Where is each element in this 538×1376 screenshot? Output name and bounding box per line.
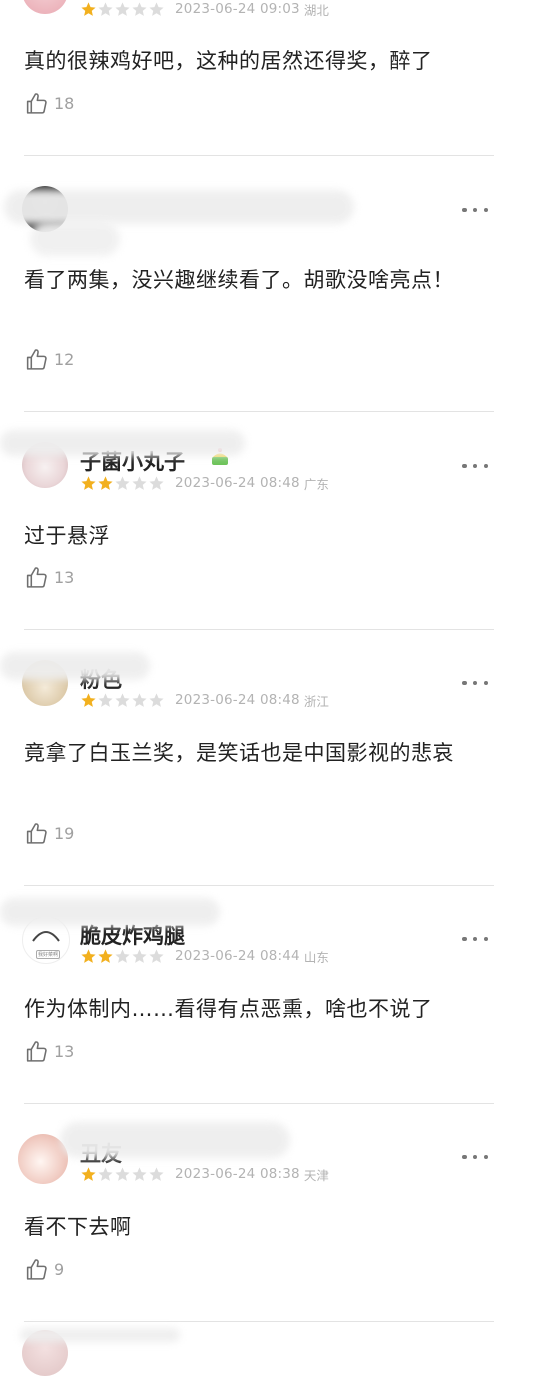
comment-time: 2023-06-24 08:48 <box>175 475 300 491</box>
like-button[interactable]: 13 <box>24 564 74 590</box>
star-filled-icon <box>97 948 114 965</box>
star-filled-icon <box>80 475 97 492</box>
comment-meta: 2023-06-24 09:03 湖北 <box>80 0 329 20</box>
more-options-button[interactable] <box>462 932 488 946</box>
comment-meta: 2023-06-24 08:48 广东 <box>80 472 329 494</box>
comment-region: 湖北 <box>303 2 329 18</box>
star-empty-icon <box>148 1 165 18</box>
rating-stars <box>80 692 165 709</box>
more-options-button[interactable] <box>462 1150 488 1164</box>
divider <box>24 155 494 156</box>
comment-time: 2023-06-24 09:03 <box>175 1 300 17</box>
comment-time: 2023-06-24 08:44 <box>175 948 300 964</box>
thumbs-up-icon <box>24 1039 49 1064</box>
thumbs-up-icon <box>24 1257 49 1282</box>
like-button[interactable]: 18 <box>24 90 74 116</box>
star-empty-icon <box>114 475 131 492</box>
star-empty-icon <box>148 692 165 709</box>
comment-region: 山东 <box>303 949 329 965</box>
comment-time: 2023-06-24 08:38 <box>175 1166 300 1182</box>
star-empty-icon <box>97 1 114 18</box>
thumbs-up-icon <box>24 91 49 116</box>
comment-text: 作为体制内……看得有点恶熏，啥也不说了 <box>24 997 433 1021</box>
star-empty-icon <box>114 692 131 709</box>
username-redaction <box>0 898 220 926</box>
star-empty-icon <box>114 1 131 18</box>
star-empty-icon <box>131 475 148 492</box>
divider <box>24 1321 494 1322</box>
rating-stars <box>80 475 165 492</box>
like-button[interactable]: 9 <box>24 1256 64 1282</box>
more-options-button[interactable] <box>462 459 488 473</box>
like-count: 12 <box>54 349 75 369</box>
comment-meta: 2023-06-24 08:44 山东 <box>80 945 329 967</box>
star-empty-icon <box>131 1166 148 1183</box>
like-count: 18 <box>54 93 75 113</box>
star-empty-icon <box>97 1166 114 1183</box>
username-redaction <box>20 1328 180 1342</box>
thumbs-up-icon <box>24 565 49 590</box>
like-button[interactable]: 13 <box>24 1038 74 1064</box>
username-redaction <box>4 190 354 224</box>
comment-text: 竟拿了白玉兰奖，是笑话也是中国影视的悲哀 <box>24 741 454 765</box>
username-redaction <box>0 430 245 456</box>
thumbs-up-icon <box>24 347 49 372</box>
like-count: 13 <box>54 1041 75 1061</box>
divider <box>24 411 494 412</box>
avatar[interactable] <box>22 0 68 14</box>
comment-text: 看不下去啊 <box>24 1215 132 1239</box>
divider <box>24 629 494 630</box>
avatar-badge: 我好菜啊 <box>36 950 61 959</box>
like-count: 9 <box>54 1259 65 1279</box>
divider <box>24 1103 494 1104</box>
username-redaction <box>0 652 150 680</box>
star-empty-icon <box>148 948 165 965</box>
star-filled-icon <box>80 948 97 965</box>
thumbs-up-icon <box>24 821 49 846</box>
comment-text: 真的很辣鸡好吧，这种的居然还得奖，醉了 <box>24 49 433 73</box>
comment-region: 广东 <box>303 476 329 492</box>
star-empty-icon <box>97 692 114 709</box>
comment-region: 天津 <box>303 1167 329 1183</box>
star-filled-icon <box>80 1166 97 1183</box>
star-filled-icon <box>80 692 97 709</box>
like-count: 13 <box>54 567 75 587</box>
like-button[interactable]: 19 <box>24 820 74 846</box>
comment-text: 看了两集，没兴趣继续看了。胡歌没啥亮点！ <box>24 268 454 292</box>
star-empty-icon <box>131 1 148 18</box>
star-empty-icon <box>148 1166 165 1183</box>
star-empty-icon <box>114 1166 131 1183</box>
comment-time: 2023-06-24 08:48 <box>175 692 300 708</box>
star-empty-icon <box>131 948 148 965</box>
star-empty-icon <box>114 948 131 965</box>
star-empty-icon <box>131 692 148 709</box>
divider <box>24 885 494 886</box>
like-button[interactable]: 12 <box>24 346 74 372</box>
more-options-button[interactable] <box>462 203 488 217</box>
more-options-button[interactable] <box>462 676 488 690</box>
star-filled-icon <box>97 475 114 492</box>
rating-stars <box>80 948 165 965</box>
comment-meta: 2023-06-24 08:48 浙江 <box>80 689 329 711</box>
username-redaction <box>30 222 120 256</box>
username-redaction <box>60 1122 290 1158</box>
rating-stars <box>80 1 165 18</box>
like-count: 19 <box>54 823 75 843</box>
comment-region: 浙江 <box>303 693 329 709</box>
rating-stars <box>80 1166 165 1183</box>
comment-meta: 2023-06-24 08:38 天津 <box>80 1163 329 1185</box>
star-filled-icon <box>80 1 97 18</box>
comment-text: 过于悬浮 <box>24 524 110 548</box>
star-empty-icon <box>148 475 165 492</box>
